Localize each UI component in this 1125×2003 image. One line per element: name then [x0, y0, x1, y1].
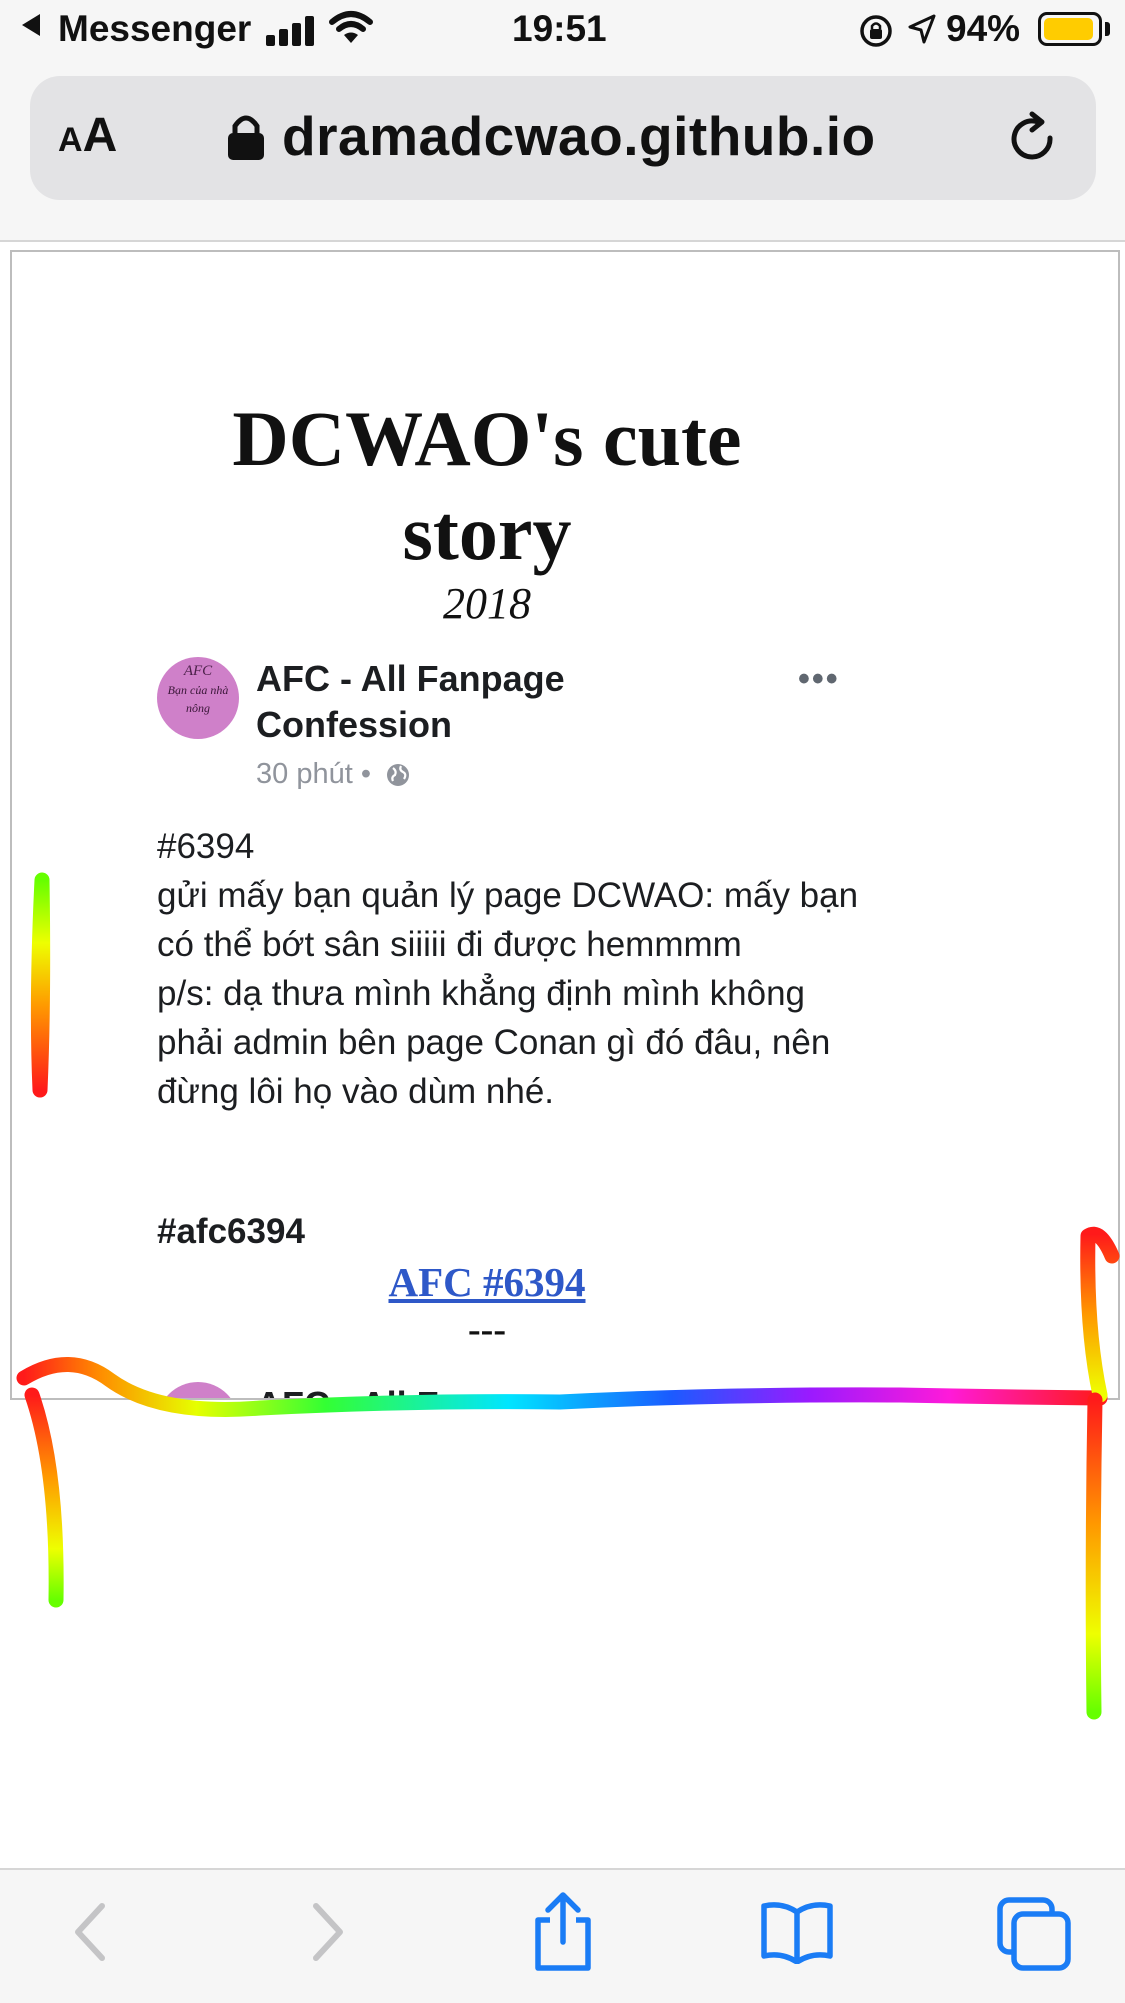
- avatar-text-line-3: nông: [186, 701, 210, 715]
- battery-percent: 94%: [946, 8, 1021, 49]
- cellular-signal-icon: [266, 16, 318, 46]
- more-options-icon[interactable]: •••: [798, 660, 840, 699]
- page-avatar[interactable]: AFC Bạn của nhà nông: [157, 657, 239, 739]
- browser-toolbar: [0, 1868, 1125, 2003]
- next-post-author-name[interactable]: AFC - All Fanpage: [256, 1384, 565, 1398]
- browser-top-bar: AA dramadcwao.github.io: [0, 64, 1125, 242]
- wifi-icon: [329, 11, 373, 43]
- reload-icon[interactable]: [1008, 110, 1064, 170]
- globe-icon: [387, 764, 410, 787]
- bookmarks-icon[interactable]: [760, 1900, 834, 1964]
- avatar-text-line-2: Bạn của nhà: [167, 683, 229, 697]
- battery-level-fill: [1044, 18, 1093, 40]
- battery-icon: [1038, 12, 1102, 46]
- right-bottom-stroke: [1085, 1392, 1103, 1720]
- post-hashtag[interactable]: #afc6394: [157, 1212, 305, 1252]
- page-year: 2018: [443, 579, 531, 628]
- battery-cap: [1105, 22, 1110, 36]
- back-icon[interactable]: [68, 1900, 116, 1964]
- post-time: 30 phút •: [256, 758, 371, 790]
- orientation-lock-icon: [860, 15, 892, 47]
- location-icon: [908, 14, 936, 44]
- padlock-icon: [228, 115, 264, 160]
- forward-icon[interactable]: [302, 1900, 350, 1964]
- clock: 19:51: [512, 8, 607, 49]
- status-bar: Messenger 19:51 94%: [0, 0, 1125, 64]
- page-title: DCWAO's cute story: [232, 395, 742, 576]
- post-meta: 30 phút •: [256, 758, 411, 791]
- separator: ---: [468, 1309, 506, 1351]
- address-bar[interactable]: AA dramadcwao.github.io: [30, 76, 1096, 200]
- back-to-app-icon[interactable]: [22, 14, 40, 36]
- web-content-frame: DCWAO's cute story 2018 AFC Bạn của nhà …: [10, 250, 1120, 1400]
- post-author-name[interactable]: AFC - All Fanpage Confession: [256, 656, 716, 748]
- text-size-button[interactable]: AA: [58, 108, 117, 163]
- avatar-text-line-1: AFC: [183, 663, 213, 679]
- left-bottom-stroke: [24, 1387, 64, 1608]
- url-text[interactable]: dramadcwao.github.io: [282, 104, 876, 168]
- back-to-app-label[interactable]: Messenger: [58, 8, 251, 50]
- share-icon[interactable]: [528, 1890, 598, 1974]
- tabs-icon[interactable]: [996, 1896, 1072, 1972]
- next-post-avatar[interactable]: [157, 1382, 239, 1398]
- post-body: #6394 gửi mấy bạn quản lý page DCWAO: mấ…: [157, 827, 859, 1111]
- afc-post-link[interactable]: AFC #6394: [142, 1258, 832, 1306]
